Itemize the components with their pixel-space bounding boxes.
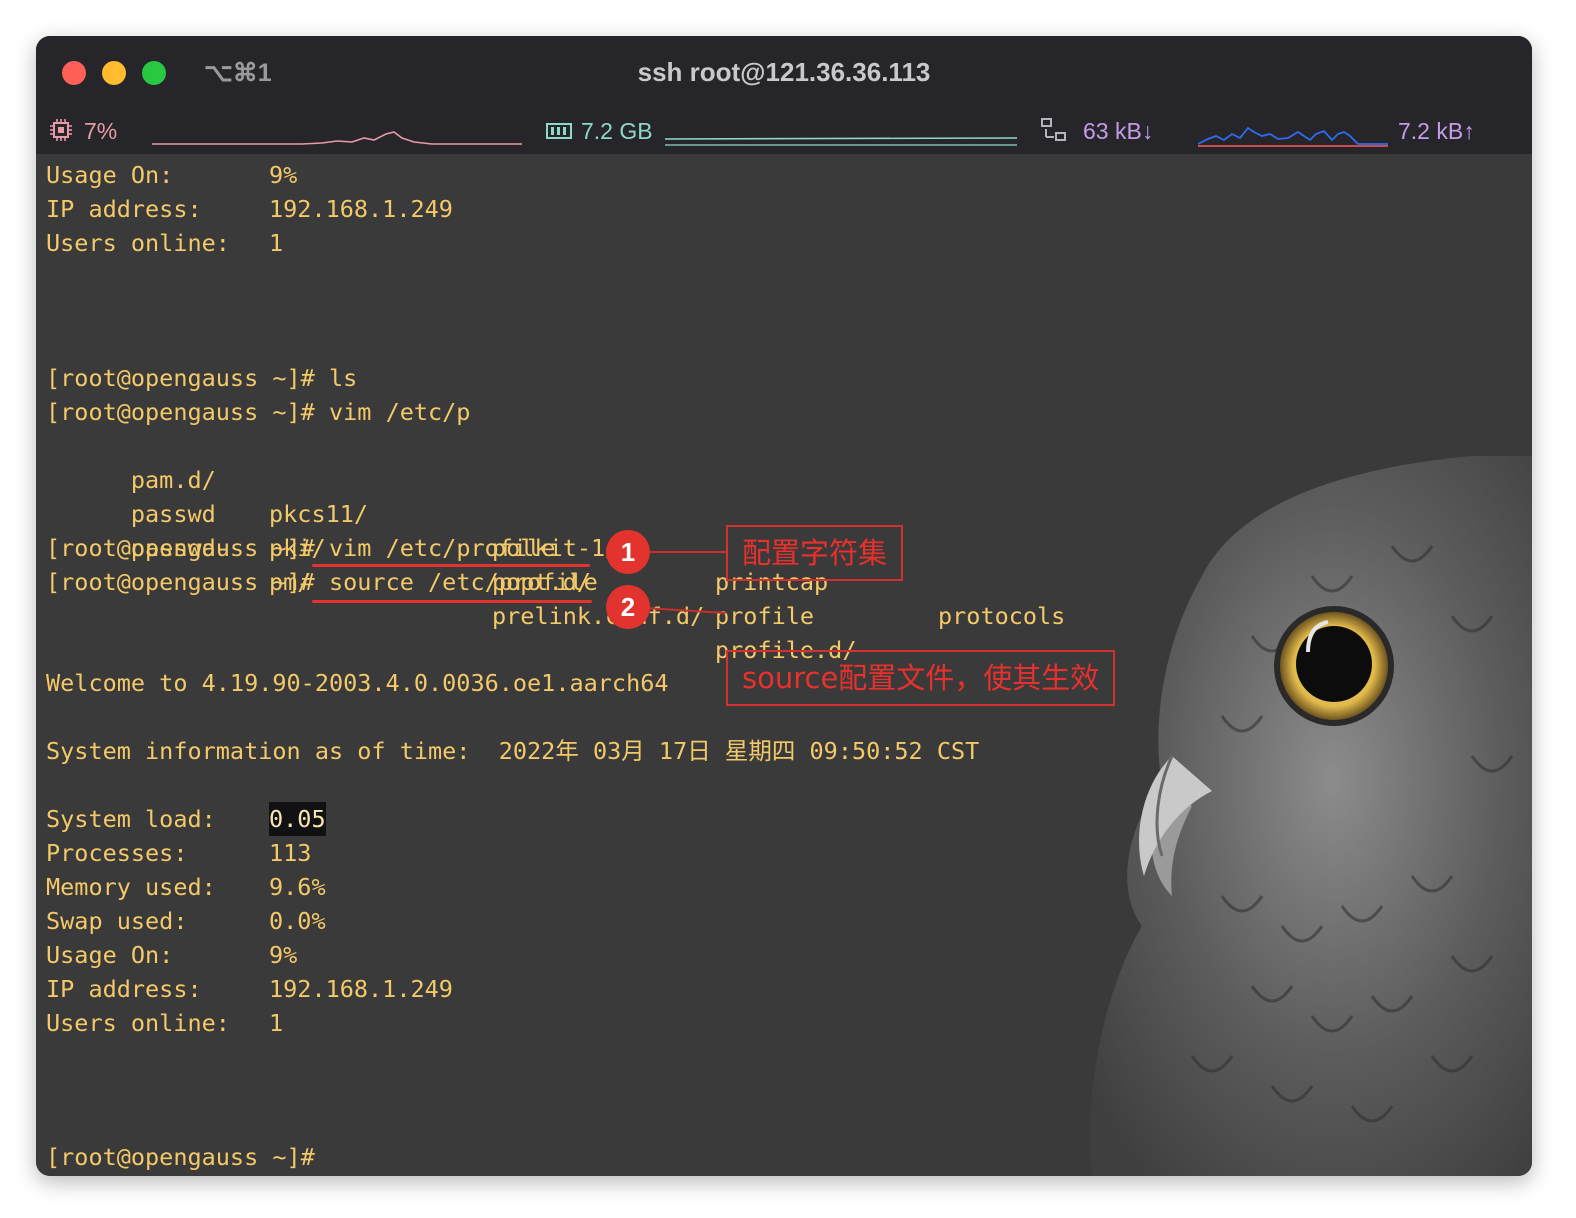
shell-prompt: [root@opengauss ~]# xyxy=(46,398,315,426)
completion-item: profile xyxy=(715,602,815,630)
info-label: Processes: xyxy=(46,839,188,867)
info-value: 9% xyxy=(269,941,298,969)
info-value: 192.168.1.249 xyxy=(269,975,453,1003)
info-label: Memory used: xyxy=(46,873,216,901)
shell-prompt: [root@opengauss ~]# xyxy=(46,568,315,596)
network-sparkline xyxy=(1198,126,1388,147)
completion-item: pkcs11/ xyxy=(269,500,369,528)
info-value: 1 xyxy=(269,1009,284,1037)
system-load-value: 0.05 xyxy=(269,802,326,836)
info-value: 0.0% xyxy=(269,907,326,935)
completion-item: protocols xyxy=(938,602,1066,630)
completion-row: passwd pki/ popt.d/ profile xyxy=(46,463,814,630)
info-label: Usage On: xyxy=(46,161,174,189)
owl-background-image xyxy=(1090,456,1532,1176)
completion-row: passwd- pm/ prelink.conf.d/ profile.d/ xyxy=(46,497,857,664)
memory-usage: 7.2 GB xyxy=(581,118,653,144)
welcome-message: Welcome to 4.19.90-2003.4.0.0036.oe1.aar… xyxy=(46,669,669,697)
info-value: 9% xyxy=(269,161,298,189)
status-bar: 7% 7.2 GB 63 kB↓ 7.2 kB↑ xyxy=(36,108,1532,154)
command-source-profile: source /etc/profile xyxy=(328,568,598,596)
info-label: Swap used: xyxy=(46,907,188,935)
cpu-chip-icon xyxy=(50,119,72,141)
cpu-sparkline xyxy=(152,131,522,145)
annotation-note-1: 配置字符集 xyxy=(726,525,904,581)
info-label: IP address: xyxy=(46,195,202,223)
terminal-window: ⌥⌘1 ssh root@121.36.36.113 7% 7.2 GB 63 … xyxy=(36,36,1532,1176)
completion-row: pam.d/ pkcs11/ polkit-1/ printcap protoc… xyxy=(46,429,1065,630)
annotation-note-2: source配置文件，使其生效 xyxy=(726,650,1116,706)
cpu-usage: 7% xyxy=(84,118,118,144)
underline-annotation-1 xyxy=(312,564,590,567)
network-download: 63 kB↓ xyxy=(1083,118,1154,144)
info-value: 1 xyxy=(269,229,284,257)
window-title: ssh root@121.36.36.113 xyxy=(637,57,931,87)
memory-icon xyxy=(546,123,572,139)
info-label: Usage On: xyxy=(46,941,174,969)
system-info-time: System information as of time: 2022年 03月… xyxy=(46,737,980,765)
network-upload: 7.2 kB↑ xyxy=(1398,118,1475,144)
title-bar: ⌥⌘1 ssh root@121.36.36.113 xyxy=(36,36,1532,108)
network-icon xyxy=(1041,118,1066,141)
info-value: 113 xyxy=(269,839,312,867)
memory-sparkline xyxy=(665,137,1017,146)
shell-prompt: [root@opengauss ~]# xyxy=(46,364,315,392)
step-badge-2: 2 xyxy=(606,585,650,629)
info-label: IP address: xyxy=(46,975,202,1003)
command-vim-profile: vim /etc/profile xyxy=(328,534,556,562)
info-value: 192.168.1.249 xyxy=(269,195,453,223)
shell-prompt: [root@opengauss ~]# xyxy=(46,1143,315,1171)
info-label: Users online: xyxy=(46,229,230,257)
info-value: 9.6% xyxy=(269,873,326,901)
underline-annotation-2 xyxy=(312,600,592,603)
command-text: ls xyxy=(314,364,358,392)
step-badge-1: 1 xyxy=(606,530,650,574)
info-label: System load: xyxy=(46,805,216,833)
completion-item: prelink.conf.d/ xyxy=(492,602,705,630)
info-label: Users online: xyxy=(46,1009,230,1037)
terminal-body[interactable]: Usage On: 9% IP address: 192.168.1.249 Use… xyxy=(36,154,1532,1176)
shell-prompt: [root@opengauss ~]# xyxy=(46,534,315,562)
command-text: vim /etc/p xyxy=(314,398,471,426)
